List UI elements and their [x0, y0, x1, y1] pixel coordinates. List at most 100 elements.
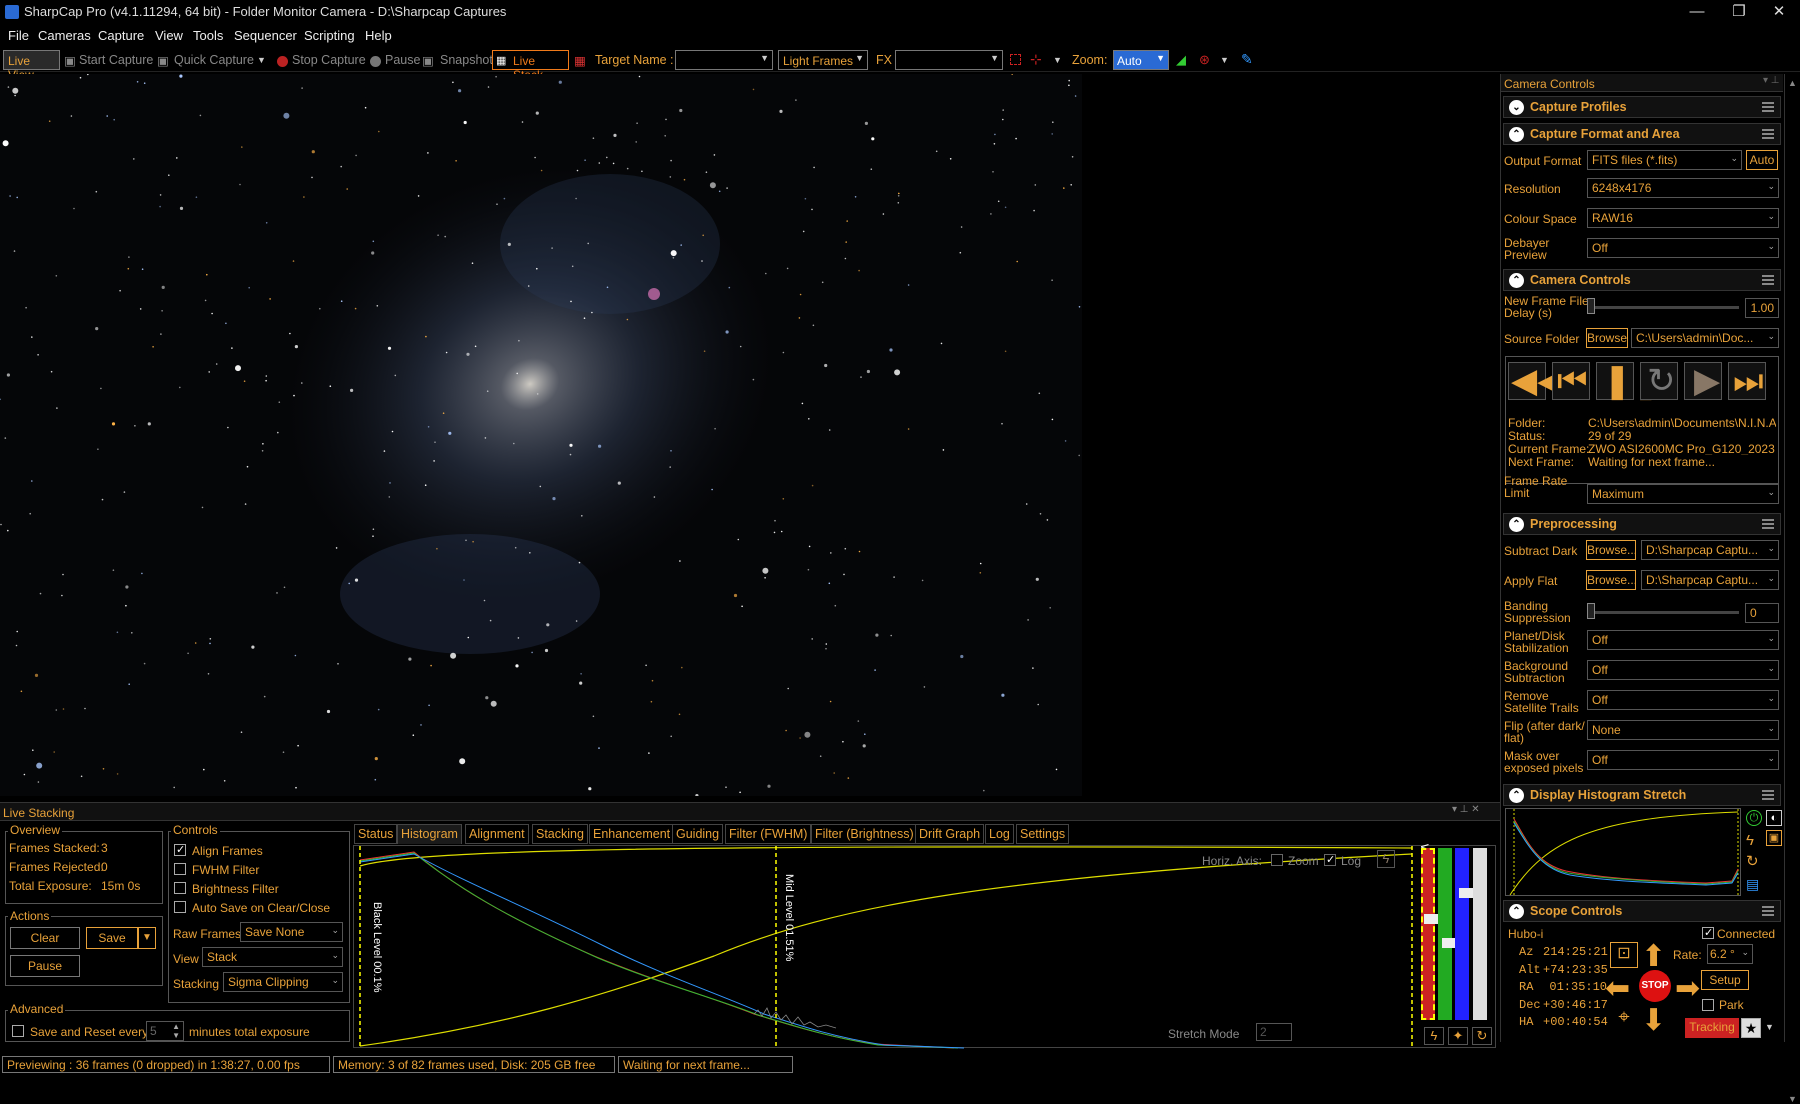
- target-name-input[interactable]: ▼: [675, 50, 773, 70]
- menu-icon[interactable]: [1762, 275, 1774, 285]
- previous-frame-button[interactable]: ⏮: [1552, 362, 1590, 400]
- histogram-icon[interactable]: ◢: [1176, 52, 1186, 68]
- red-slider-handle[interactable]: [1424, 914, 1438, 924]
- debayer-preview-select[interactable]: Off ⌄: [1587, 238, 1779, 258]
- scroll-up-icon[interactable]: ▲: [1788, 78, 1797, 88]
- tab-settings[interactable]: Settings: [1016, 824, 1070, 844]
- colour-space-select[interactable]: RAW16 ⌄: [1587, 208, 1779, 228]
- menu-view[interactable]: View: [155, 28, 183, 43]
- image-viewer[interactable]: [0, 74, 1082, 796]
- save-reset-checkbox[interactable]: [12, 1025, 24, 1037]
- lock-icon[interactable]: ▣: [1766, 830, 1782, 846]
- park-checkbox[interactable]: [1702, 999, 1714, 1011]
- capture-format-header[interactable]: ⌃ Capture Format and Area: [1503, 123, 1781, 145]
- menu-tools[interactable]: Tools: [193, 28, 223, 43]
- close-button[interactable]: ✕: [1762, 2, 1796, 22]
- focus-icon[interactable]: ⊛: [1199, 52, 1210, 68]
- restore-button[interactable]: ❐: [1722, 2, 1756, 22]
- flip-select[interactable]: None ⌄: [1587, 720, 1779, 740]
- save-button[interactable]: Save: [86, 927, 138, 949]
- banding-value[interactable]: 0: [1745, 603, 1779, 623]
- target-center-icon[interactable]: ⌖: [1610, 1006, 1638, 1032]
- interval-stepper[interactable]: 5 ▲ ▼: [146, 1021, 184, 1041]
- setup-button[interactable]: Setup: [1701, 970, 1749, 990]
- north-arrow-button[interactable]: ⬆: [1641, 940, 1666, 974]
- menu-icon[interactable]: [1762, 519, 1774, 529]
- banding-slider-track[interactable]: [1589, 611, 1739, 614]
- menu-sequencer[interactable]: Sequencer: [234, 28, 297, 43]
- snapshot-button[interactable]: Snapshot: [440, 53, 493, 67]
- luminance-level-slider[interactable]: [1473, 848, 1487, 1020]
- pause-button[interactable]: Pause: [385, 53, 420, 67]
- fwhm-filter-checkbox[interactable]: [174, 863, 186, 875]
- zoom-select[interactable]: Auto ▼: [1113, 50, 1169, 70]
- pen-icon[interactable]: ✎: [1241, 51, 1253, 68]
- chevron-down-icon[interactable]: ▼: [1765, 1022, 1774, 1032]
- reset-icon[interactable]: ↻: [1746, 852, 1759, 870]
- frame-type-select[interactable]: Light Frames ▼: [778, 50, 868, 70]
- rate-select[interactable]: 6.2 ° ⌄: [1707, 944, 1753, 964]
- zoom-checkbox[interactable]: [1271, 854, 1283, 866]
- last-frame-button[interactable]: ⏭: [1728, 362, 1766, 400]
- play-button[interactable]: ▶: [1684, 362, 1722, 400]
- sparkle-icon[interactable]: ✦: [1448, 1027, 1468, 1045]
- dark-path-select[interactable]: D:\Sharpcap Captu... ⌄: [1641, 540, 1779, 560]
- preprocessing-header[interactable]: ⌃ Preprocessing: [1503, 513, 1781, 535]
- menu-icon[interactable]: [1762, 790, 1774, 800]
- auto-stretch-icon[interactable]: ϟ: [1424, 1027, 1444, 1045]
- green-level-slider[interactable]: [1438, 848, 1452, 1020]
- stretch-mode-stepper[interactable]: 2: [1256, 1023, 1292, 1041]
- menu-scripting[interactable]: Scripting: [304, 28, 355, 43]
- align-frames-checkbox[interactable]: [174, 843, 186, 856]
- menu-help[interactable]: Help: [365, 28, 392, 43]
- lightning-icon[interactable]: ϟ: [1746, 832, 1754, 849]
- reset-icon[interactable]: ↻: [1472, 1027, 1492, 1045]
- lightning-icon[interactable]: ϟ: [1377, 850, 1395, 868]
- live-stack-button[interactable]: ▦ Live Stack: [492, 50, 569, 82]
- delay-value[interactable]: 1.00: [1745, 298, 1779, 318]
- pin-icon[interactable]: ▾ ⊥: [1763, 75, 1780, 86]
- camera-controls-header[interactable]: ⌃ Camera Controls: [1503, 269, 1781, 291]
- red-level-slider[interactable]: [1421, 848, 1435, 1020]
- power-icon[interactable]: ⏻: [1746, 810, 1762, 826]
- blue-level-slider[interactable]: [1455, 848, 1469, 1020]
- source-folder-select[interactable]: C:\Users\admin\Doc... ⌄: [1631, 328, 1779, 348]
- delay-slider-handle[interactable]: [1587, 298, 1595, 314]
- tab-stacking[interactable]: Stacking: [532, 824, 588, 844]
- start-capture-button[interactable]: Start Capture: [79, 53, 153, 67]
- menu-icon[interactable]: [1762, 906, 1774, 916]
- tab-alignment[interactable]: Alignment: [465, 824, 529, 844]
- capture-profiles-header[interactable]: ⌄ Capture Profiles: [1503, 96, 1781, 118]
- histogram-chart[interactable]: Black Level 00.1% Mid Level 01.51% White…: [353, 844, 1496, 1049]
- chevron-down-icon[interactable]: ▼: [257, 55, 266, 65]
- brightness-filter-checkbox[interactable]: [174, 882, 186, 894]
- tab-status[interactable]: Status: [354, 824, 398, 844]
- tab-histogram[interactable]: Histogram: [397, 824, 462, 844]
- output-format-select[interactable]: FITS files (*.fits) ⌄: [1587, 150, 1742, 170]
- roi-icon[interactable]: [1010, 54, 1021, 65]
- chevron-down-icon[interactable]: ▼: [1053, 55, 1062, 65]
- west-arrow-button[interactable]: ⬅: [1605, 972, 1630, 1006]
- star-icon[interactable]: ★: [1741, 1018, 1761, 1038]
- tab-enhancement[interactable]: Enhancement: [589, 824, 675, 844]
- menu-file[interactable]: File: [8, 28, 29, 43]
- east-arrow-button[interactable]: ➡: [1675, 972, 1700, 1006]
- mask-select[interactable]: Off ⌄: [1587, 750, 1779, 770]
- menu-icon[interactable]: [1762, 129, 1774, 139]
- stop-button[interactable]: STOP: [1639, 970, 1671, 1002]
- right-panel-scrollbar[interactable]: ▲ ▼: [1784, 74, 1800, 1104]
- stop-capture-button[interactable]: Stop Capture: [292, 53, 366, 67]
- log-checkbox[interactable]: [1324, 853, 1336, 866]
- tab-filter-brightness[interactable]: Filter (Brightness): [811, 824, 918, 844]
- frame-rate-select[interactable]: Maximum ⌄: [1587, 484, 1779, 504]
- pause-stacking-button[interactable]: Pause: [10, 955, 80, 977]
- histogram-stretch-header[interactable]: ⌃ Display Histogram Stretch: [1503, 784, 1781, 806]
- background-subtraction-select[interactable]: Off ⌄: [1587, 660, 1779, 680]
- tracking-button[interactable]: Tracking: [1685, 1018, 1739, 1038]
- south-arrow-button[interactable]: ⬇: [1641, 1004, 1666, 1038]
- browse-dark-button[interactable]: Browse...: [1586, 540, 1637, 560]
- browse-source-button[interactable]: Browse: [1586, 328, 1628, 348]
- view-select[interactable]: Stack ⌄: [202, 947, 343, 967]
- scroll-down-icon[interactable]: ▼: [1788, 1094, 1797, 1104]
- clear-button[interactable]: Clear: [10, 927, 80, 949]
